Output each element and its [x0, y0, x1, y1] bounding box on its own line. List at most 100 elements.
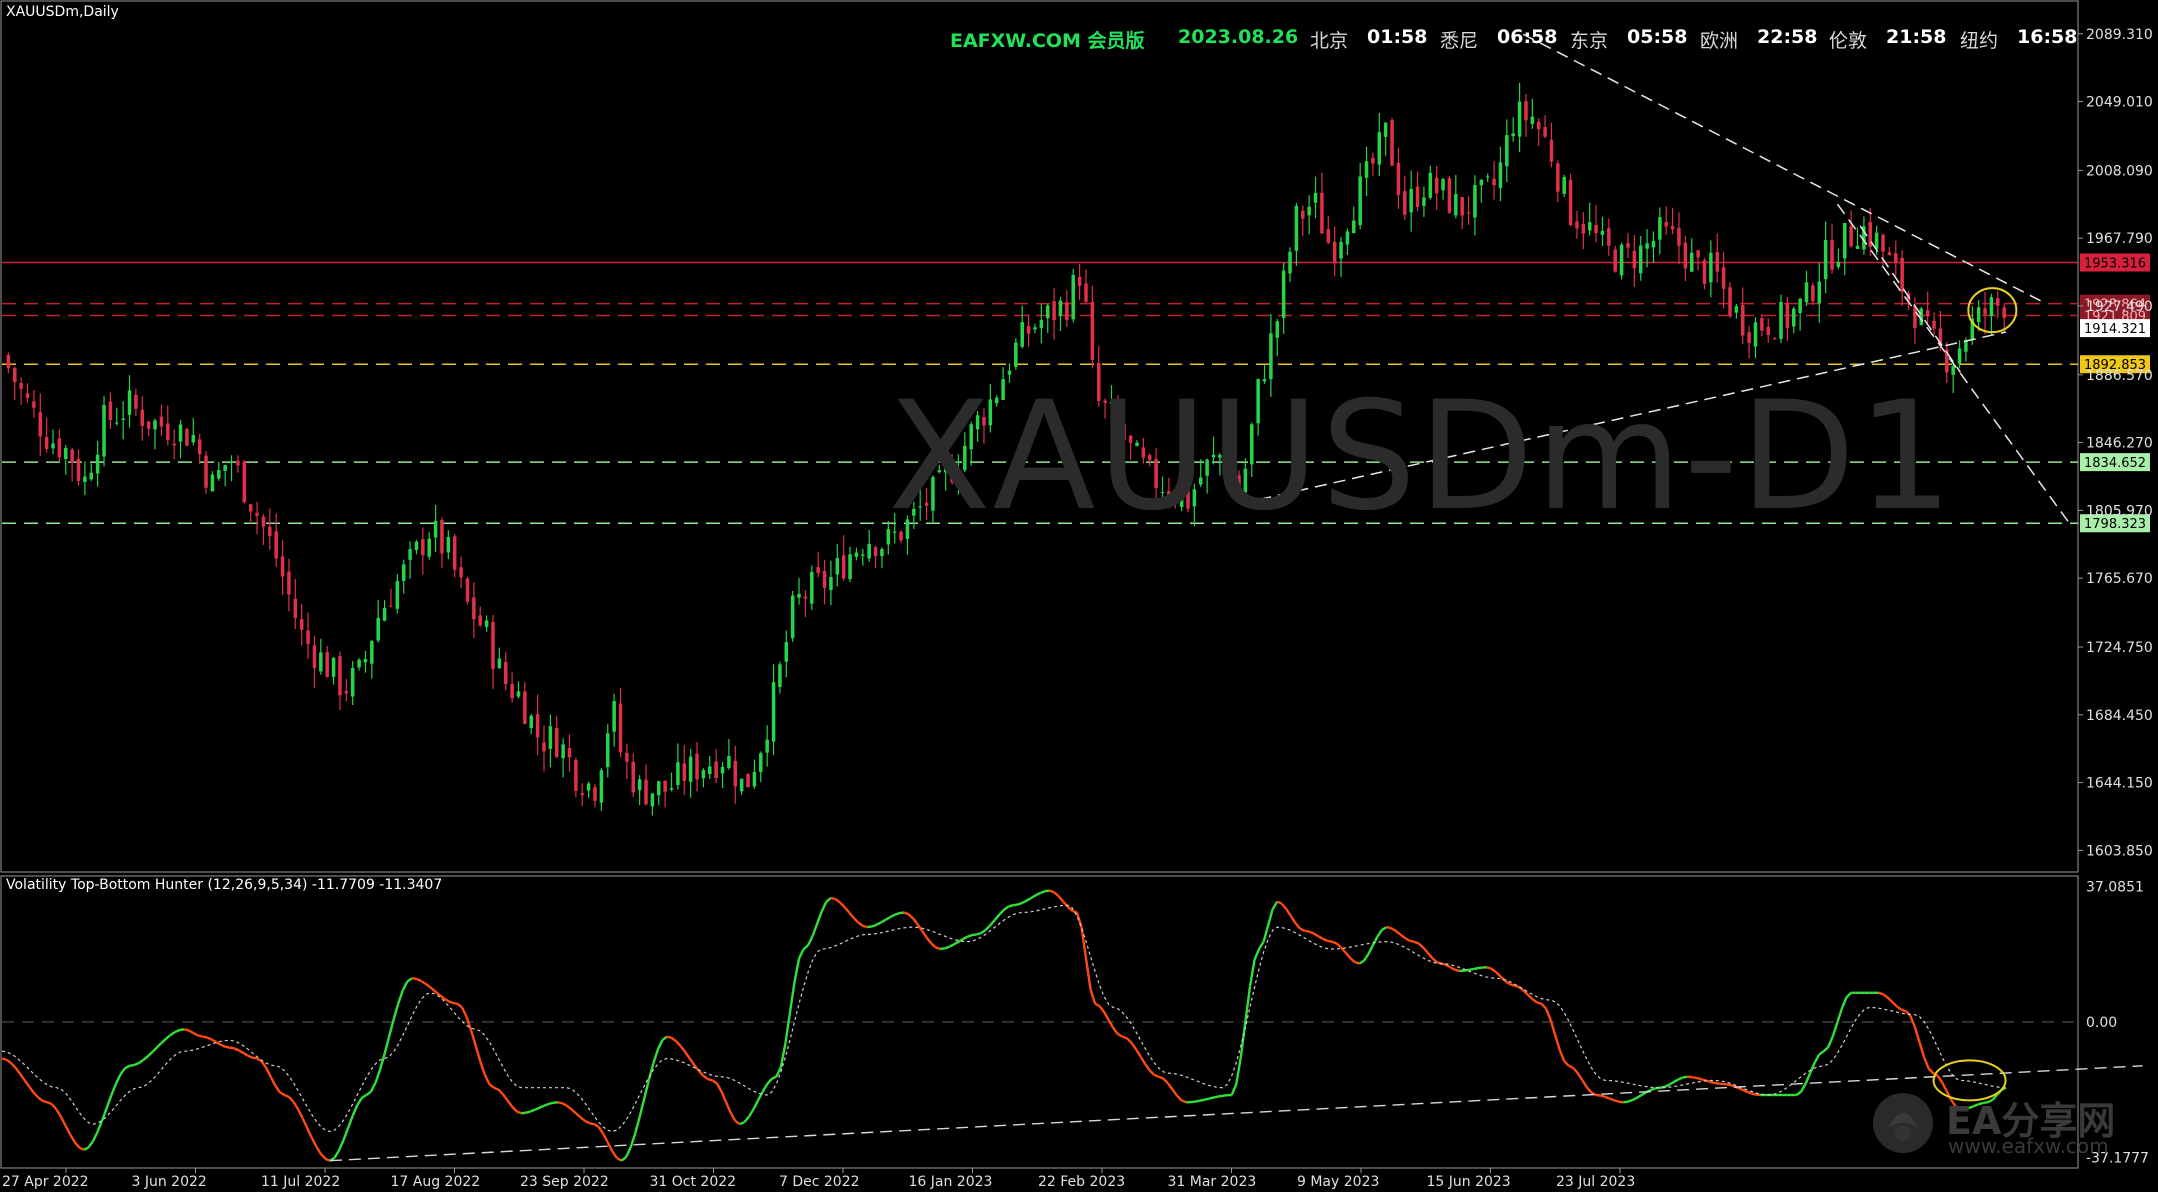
- candle-body: [867, 543, 871, 559]
- candle-body: [408, 549, 412, 560]
- fast-line-segment: [980, 928, 987, 935]
- x-tick-label: 31 Oct 2022: [650, 1174, 737, 1190]
- candle-body: [261, 516, 266, 527]
- candle-body: [433, 520, 438, 538]
- fast-line-segment: [1623, 1100, 1629, 1104]
- fast-line-segment: [597, 1126, 605, 1135]
- fast-line-segment: [274, 1084, 281, 1093]
- fast-line-segment: [570, 1108, 577, 1115]
- candle-body: [44, 437, 49, 449]
- candle-body: [421, 539, 425, 556]
- fast-line-segment: [1409, 939, 1415, 943]
- fast-line-segment: [679, 1045, 687, 1053]
- candle-body: [57, 438, 62, 458]
- fast-line-segment: [638, 1098, 646, 1118]
- fast-line-segment: [534, 1106, 540, 1111]
- fast-line-segment: [1084, 957, 1092, 990]
- candle-body: [771, 682, 776, 742]
- candle-body: [803, 596, 808, 599]
- fast-line-segment: [720, 1091, 728, 1103]
- fast-line-segment: [989, 919, 996, 926]
- fast-line-segment: [529, 1108, 536, 1113]
- fast-line-segment: [761, 1083, 769, 1093]
- chart-canvas: 1953.3161928.8641921.8091914.3211892.853…: [0, 0, 2153, 1190]
- candle-body: [465, 578, 470, 602]
- fast-line-segment: [1745, 1090, 1752, 1095]
- candle-body: [255, 512, 259, 516]
- fast-line-segment: [1299, 927, 1306, 932]
- candle-body: [1785, 302, 1790, 328]
- fast-line-segment: [60, 1116, 67, 1127]
- fast-line-segment: [1239, 1021, 1247, 1058]
- candle-body: [714, 761, 718, 778]
- candle-body: [1881, 234, 1885, 252]
- candle-body: [452, 536, 457, 570]
- candle-body: [720, 766, 725, 774]
- candle-body: [357, 659, 361, 668]
- fast-line-segment: [1822, 1046, 1830, 1053]
- candle-body: [312, 645, 317, 668]
- fast-line-segment: [743, 1116, 750, 1123]
- candle-body: [561, 744, 565, 759]
- fast-line-segment: [1289, 915, 1297, 924]
- fast-line-segment: [1089, 989, 1097, 1005]
- eafxw-logo-icon: [1873, 1093, 1933, 1153]
- fast-line-segment: [1080, 926, 1088, 959]
- candle-body: [1026, 325, 1031, 334]
- candle-body: [1428, 172, 1433, 198]
- fast-line-segment: [848, 911, 855, 919]
- candle-body: [166, 423, 170, 441]
- fast-line-segment: [1021, 899, 1028, 904]
- fast-line-segment: [1553, 1034, 1561, 1051]
- fast-line-segment: [670, 1036, 677, 1043]
- fast-line-segment: [816, 910, 823, 924]
- candle-body: [229, 462, 234, 464]
- candle-body: [115, 422, 119, 424]
- fast-line-segment: [424, 982, 431, 989]
- candle-body: [701, 770, 706, 779]
- y-tick-label: 2049.010: [2086, 95, 2153, 111]
- x-tick-label: 3 Jun 2022: [132, 1174, 207, 1190]
- candle-body: [1020, 322, 1024, 347]
- fast-line-segment: [1394, 929, 1401, 936]
- fast-line-segment: [1012, 903, 1018, 907]
- fast-line-segment: [633, 1116, 641, 1135]
- candle-body: [880, 549, 884, 557]
- fast-line-segment: [925, 936, 933, 945]
- candle-body: [523, 691, 527, 724]
- fast-line-segment: [971, 933, 977, 937]
- fast-line-segment: [548, 1101, 554, 1106]
- candle-body: [32, 401, 36, 408]
- fast-line-segment: [1094, 1002, 1101, 1008]
- level-price-label: 1953.316: [2084, 257, 2146, 272]
- fast-line-segment: [69, 1134, 76, 1143]
- candle-body: [395, 580, 400, 609]
- fast-line-segment: [921, 930, 928, 939]
- fast-line-segment: [629, 1133, 637, 1149]
- fast-line-segment: [1358, 959, 1365, 965]
- fast-line-segment: [110, 1083, 117, 1096]
- fast-line-segment: [1121, 1035, 1128, 1040]
- logo-url: www.eafxw.com: [1948, 1134, 2109, 1158]
- fast-line-segment: [643, 1079, 650, 1099]
- y-tick-label: 1724.750: [2086, 640, 2153, 656]
- candle-body: [1753, 322, 1758, 347]
- candle-body: [2002, 307, 2006, 318]
- candle-body: [733, 760, 738, 787]
- candle-body: [1874, 232, 1879, 249]
- fast-line-segment: [333, 1149, 341, 1159]
- candle-body: [816, 567, 820, 574]
- candle-body: [1326, 229, 1331, 243]
- fast-line-segment: [1126, 1037, 1133, 1044]
- fast-line-segment: [797, 948, 805, 959]
- fast-line-segment: [1057, 895, 1065, 903]
- fast-line-segment: [433, 990, 441, 996]
- candle-body: [127, 390, 132, 415]
- candle-body: [1894, 253, 1898, 263]
- candle-body: [829, 577, 833, 591]
- signal-line: [1, 904, 2007, 1133]
- fast-line-segment: [73, 1141, 81, 1149]
- fast-line-segment: [1618, 1100, 1624, 1104]
- candle-body: [1033, 327, 1037, 330]
- fast-line-segment: [269, 1076, 277, 1087]
